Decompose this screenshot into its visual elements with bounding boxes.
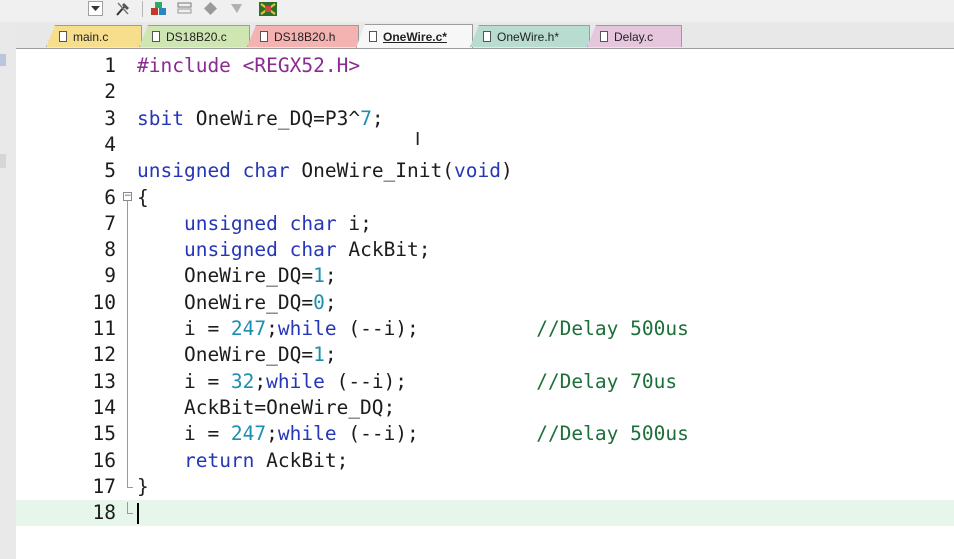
code-editor[interactable]: 1 #include <REGX52.H> 2 3 sbit OneWire_DQ=P3…	[16, 49, 954, 559]
toolbar	[0, 0, 954, 22]
code-line[interactable]: 8 unsigned char AckBit;	[16, 237, 954, 263]
file-icon	[59, 31, 67, 42]
left-panel-edge	[0, 22, 17, 559]
code-line[interactable]: 7 unsigned char i;	[16, 211, 954, 237]
line-number: 7	[104, 211, 116, 235]
code-line[interactable]: 18	[16, 500, 954, 527]
code-text: return AckBit;	[183, 448, 349, 472]
tab-label: main.c	[73, 29, 109, 44]
text-caret	[137, 503, 139, 525]
line-number: 2	[104, 80, 116, 104]
code-text: sbit OneWire_DQ=P3^7;	[137, 106, 384, 130]
code-line[interactable]: 14 AckBit=OneWire_DQ;	[16, 395, 954, 421]
line-number: 5	[104, 159, 116, 183]
code-text: }	[137, 474, 149, 498]
line-number: 10	[92, 290, 116, 314]
code-text: {	[137, 185, 149, 209]
packages-icon[interactable]	[256, 0, 280, 17]
code-text: unsigned char AckBit;	[183, 238, 431, 262]
code-text: unsigned char i;	[183, 211, 372, 235]
code-text: i = 247;while (--i); //Delay 500us	[137, 422, 689, 446]
code-line[interactable]: 11 i = 247;while (--i); //Delay 500us	[16, 316, 954, 342]
line-number: 3	[104, 106, 116, 130]
code-text: #include <REGX52.H>	[137, 54, 361, 77]
line-number: 13	[92, 369, 116, 393]
fold-guide-line	[127, 502, 128, 514]
file-icon	[260, 31, 268, 42]
file-icon	[369, 31, 377, 42]
code-text: OneWire_DQ=1;	[137, 343, 337, 367]
tab-label: OneWire.c*	[383, 29, 447, 44]
fold-guide-line	[127, 200, 128, 487]
tab-ds18b20-h[interactable]: DS18B20.h	[247, 25, 359, 47]
line-number: 18	[92, 501, 116, 525]
code-text: OneWire_DQ=1;	[137, 264, 337, 288]
brush-icon[interactable]	[226, 0, 246, 17]
code-line[interactable]: 17}	[16, 474, 954, 500]
dropdown-arrow-icon[interactable]	[88, 1, 103, 16]
diamond-icon[interactable]	[200, 0, 220, 17]
tab-label: Delay.c	[614, 29, 654, 44]
code-line[interactable]: 3 sbit OneWire_DQ=P3^7;	[16, 106, 954, 132]
line-number: 9	[104, 264, 116, 288]
code-line[interactable]: 2	[16, 79, 954, 105]
line-number: 17	[92, 474, 116, 498]
code-line[interactable]: 15 i = 247;while (--i); //Delay 500us	[16, 421, 954, 447]
mouse-ibeam-cursor-icon: I	[415, 128, 421, 150]
fold-toggle-icon[interactable]: −	[123, 191, 132, 201]
code-line[interactable]: 9 OneWire_DQ=1;	[16, 263, 954, 289]
line-number: 11	[92, 317, 116, 340]
code-text: unsigned char OneWire_Init(void)	[137, 159, 513, 183]
code-line[interactable]: 16 return AckBit;	[16, 448, 954, 474]
tab-onewire-h[interactable]: OneWire.h*	[470, 25, 590, 47]
toolbar-separator	[142, 1, 143, 17]
line-number: 12	[92, 343, 116, 367]
tab-ds18b20-c[interactable]: DS18B20.c	[139, 25, 250, 47]
code-line[interactable]: 6 {−	[16, 185, 954, 211]
code-text: i = 247;while (--i); //Delay 500us	[137, 317, 689, 340]
line-number: 14	[92, 395, 116, 419]
build-icon[interactable]	[148, 0, 168, 17]
code-line[interactable]: 1 #include <REGX52.H>	[16, 53, 954, 79]
tab-label: DS18B20.c	[166, 29, 227, 44]
left-panel-marker	[0, 154, 6, 168]
batch-icon[interactable]	[174, 0, 194, 17]
code-line[interactable]: 10 OneWire_DQ=0;	[16, 290, 954, 316]
tab-label: OneWire.h*	[497, 29, 560, 44]
tab-onewire-c[interactable]: OneWire.c*	[356, 24, 473, 48]
code-text: OneWire_DQ=0;	[137, 290, 337, 314]
code-line[interactable]: 12 OneWire_DQ=1;	[16, 342, 954, 368]
file-icon	[483, 31, 491, 42]
left-panel-marker	[0, 54, 6, 66]
code-line[interactable]: 5 unsigned char OneWire_Init(void)	[16, 158, 954, 184]
wrench-icon[interactable]	[112, 0, 134, 17]
code-text: i = 32;while (--i); //Delay 70us	[137, 369, 678, 393]
line-number: 6	[104, 185, 116, 209]
line-number: 1	[104, 54, 116, 77]
code-text: AckBit=OneWire_DQ;	[137, 395, 396, 419]
fold-guide-end	[127, 486, 133, 488]
code-line[interactable]: 13 i = 32;while (--i); //Delay 70us	[16, 369, 954, 395]
editor-tab-bar: main.c DS18B20.c DS18B20.h OneWire.c* On…	[16, 22, 954, 49]
tab-delay-c[interactable]: Delay.c	[587, 25, 682, 47]
code-line[interactable]: 4	[16, 132, 954, 158]
line-number: 8	[104, 238, 116, 262]
tab-main-c[interactable]: main.c	[46, 25, 142, 47]
line-number: 16	[92, 448, 116, 472]
line-number: 15	[92, 422, 116, 446]
tab-label: DS18B20.h	[274, 29, 336, 44]
file-icon	[600, 31, 608, 42]
file-icon	[152, 31, 160, 42]
line-number: 4	[104, 132, 116, 156]
fold-guide-end	[127, 513, 133, 515]
